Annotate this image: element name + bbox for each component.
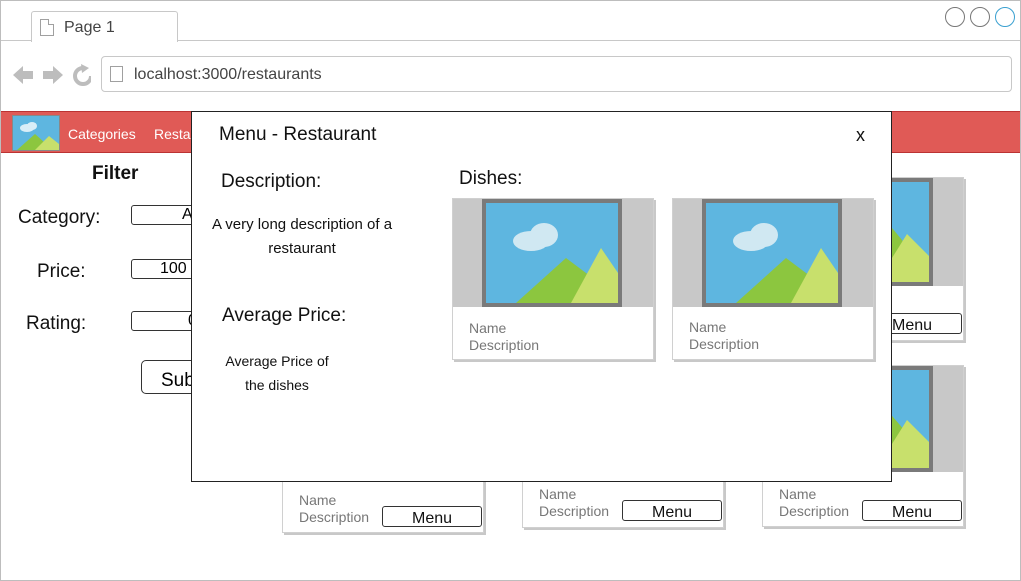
menu-button[interactable]: Menu — [862, 500, 962, 521]
page-icon — [40, 19, 54, 36]
description-text-line: restaurant — [268, 240, 336, 257]
dish-image — [673, 199, 873, 307]
window-minimize-button[interactable] — [945, 7, 965, 27]
dish-description: Description — [689, 336, 760, 352]
browser-window: Page 1 localhost:3000/restaurants Catego… — [0, 0, 1021, 581]
card-description: Description — [299, 509, 370, 525]
browser-chrome: Page 1 localhost:3000/restaurants — [1, 1, 1020, 111]
url-text: localhost:3000/restaurants — [134, 66, 322, 83]
submit-button-label: Sub — [161, 370, 195, 391]
reload-icon[interactable] — [73, 64, 91, 86]
browser-tab[interactable]: Page 1 — [31, 11, 178, 42]
dish-name: Name — [689, 319, 727, 335]
average-price-text-line: the dishes — [245, 377, 309, 393]
category-label: Category: — [18, 207, 101, 228]
dish-card[interactable]: Name Description — [672, 198, 874, 360]
rating-label: Rating: — [26, 313, 87, 334]
description-text-line: A very long description of a — [211, 216, 393, 233]
window-maximize-button[interactable] — [970, 7, 990, 27]
tab-title: Page 1 — [64, 19, 115, 36]
dish-description: Description — [469, 337, 540, 353]
description-text: A very long description of a restaurant — [202, 213, 402, 261]
average-price-text-line: Average Price of — [225, 353, 329, 369]
menu-modal: Menu - Restaurant x Description: A very … — [191, 111, 892, 482]
modal-title: Menu - Restaurant — [219, 124, 377, 145]
average-price-heading: Average Price: — [222, 305, 347, 326]
dish-image — [453, 199, 653, 307]
address-bar[interactable]: localhost:3000/restaurants — [101, 56, 1012, 92]
forward-arrow-icon[interactable] — [43, 66, 63, 84]
nav-link-restaurants[interactable]: Resta — [154, 126, 191, 142]
logo-image-icon[interactable] — [12, 115, 60, 151]
menu-button[interactable]: Menu — [622, 500, 722, 521]
menu-button[interactable]: Menu — [382, 506, 482, 527]
card-description: Description — [779, 503, 850, 519]
nav-link-categories[interactable]: Categories — [68, 126, 136, 142]
modal-close-button[interactable]: x — [856, 125, 865, 146]
image-placeholder-icon — [482, 199, 622, 307]
card-name: Name — [779, 486, 817, 502]
card-description: Description — [539, 503, 610, 519]
back-arrow-icon[interactable] — [13, 66, 33, 84]
price-label: Price: — [37, 261, 86, 282]
average-price-text: Average Price of the dishes — [202, 349, 352, 397]
filter-title: Filter — [92, 163, 139, 184]
dishes-heading: Dishes: — [459, 168, 523, 189]
card-name: Name — [299, 492, 337, 508]
dish-name: Name — [469, 320, 507, 336]
page-icon — [110, 66, 123, 82]
description-heading: Description: — [221, 171, 322, 192]
browser-nav-icons — [13, 64, 91, 86]
window-close-button[interactable] — [995, 7, 1015, 27]
image-placeholder-icon — [702, 199, 842, 307]
dish-card[interactable]: Name Description — [452, 198, 654, 360]
card-name: Name — [539, 486, 577, 502]
